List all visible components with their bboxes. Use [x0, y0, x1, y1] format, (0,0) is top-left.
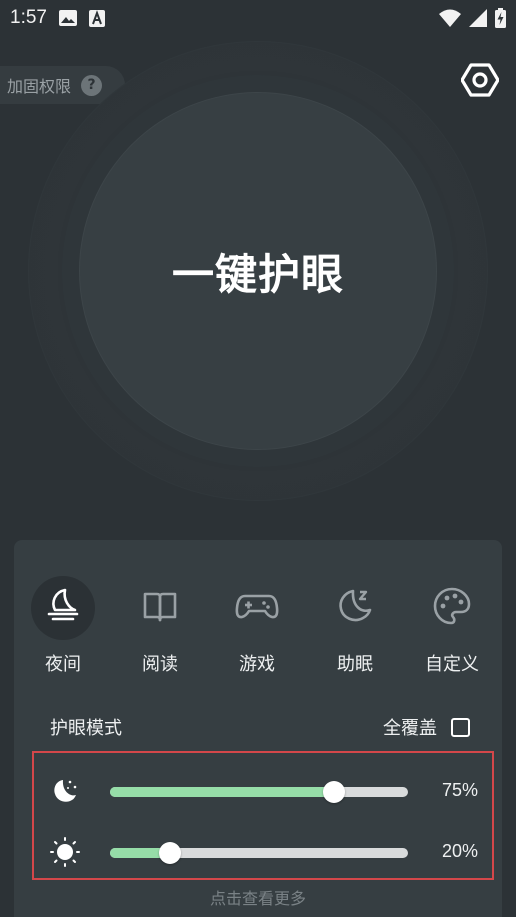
signal-icon	[469, 9, 487, 27]
mode-reading[interactable]: 阅读	[120, 576, 200, 676]
brightness-value: 20%	[441, 841, 478, 861]
battery-charging-icon	[495, 8, 506, 28]
filter-slider-fill	[110, 787, 334, 797]
mode-reading-label: 阅读	[142, 654, 178, 675]
sun-icon	[50, 837, 80, 867]
mode-list: 夜间 阅读 游戏 助眠 自定义	[14, 576, 502, 686]
help-icon[interactable]: ?	[81, 74, 103, 96]
mode-sleep-label: 助眠	[337, 654, 373, 675]
status-time: 1:57	[10, 7, 47, 28]
permission-label: 加固权限	[7, 77, 72, 96]
brightness-slider-row: 20%	[34, 831, 492, 871]
mode-custom[interactable]: 自定义	[412, 576, 492, 676]
status-bar: 1:57	[0, 0, 516, 36]
mode-night-label: 夜间	[45, 654, 81, 675]
mode-game-label: 游戏	[239, 654, 275, 675]
one-tap-eye-care-button[interactable]: 一键护眼	[80, 93, 436, 449]
filter-slider-row: 75%	[34, 770, 492, 810]
image-icon	[58, 10, 77, 26]
full-cover-toggle[interactable]: 全覆盖	[383, 714, 470, 740]
brightness-slider-thumb[interactable]	[158, 842, 181, 864]
mode-custom-label: 自定义	[425, 654, 479, 675]
eye-mode-row: 护眼模式 全覆盖	[50, 712, 470, 742]
eye-mode-title: 护眼模式	[50, 718, 122, 739]
gamepad-icon	[235, 586, 279, 630]
mode-panel: 夜间 阅读 游戏 助眠 自定义 护眼模式 全覆盖 75% 20% 点击查看更多	[14, 540, 502, 917]
sleep-moon-icon	[335, 586, 375, 630]
filter-slider[interactable]	[110, 781, 408, 803]
filter-value: 75%	[441, 780, 478, 800]
mode-night[interactable]: 夜间	[23, 576, 103, 676]
brightness-slider[interactable]	[110, 842, 408, 864]
moon-stars-icon	[50, 776, 80, 806]
view-more-link[interactable]: 点击查看更多	[14, 885, 502, 909]
mode-game[interactable]: 游戏	[217, 576, 297, 676]
wifi-icon	[439, 9, 461, 27]
full-cover-checkbox[interactable]	[451, 717, 470, 737]
filter-slider-thumb[interactable]	[322, 781, 345, 803]
full-cover-label: 全覆盖	[383, 718, 437, 739]
slider-group: 75% 20%	[32, 751, 494, 880]
one-tap-eye-care-label: 一键护眼	[171, 249, 344, 299]
settings-icon[interactable]	[460, 61, 500, 99]
palette-icon	[432, 586, 472, 630]
night-moon-icon	[43, 586, 83, 630]
book-icon	[140, 586, 180, 630]
font-a-icon	[88, 9, 105, 27]
mode-sleep[interactable]: 助眠	[315, 576, 395, 676]
